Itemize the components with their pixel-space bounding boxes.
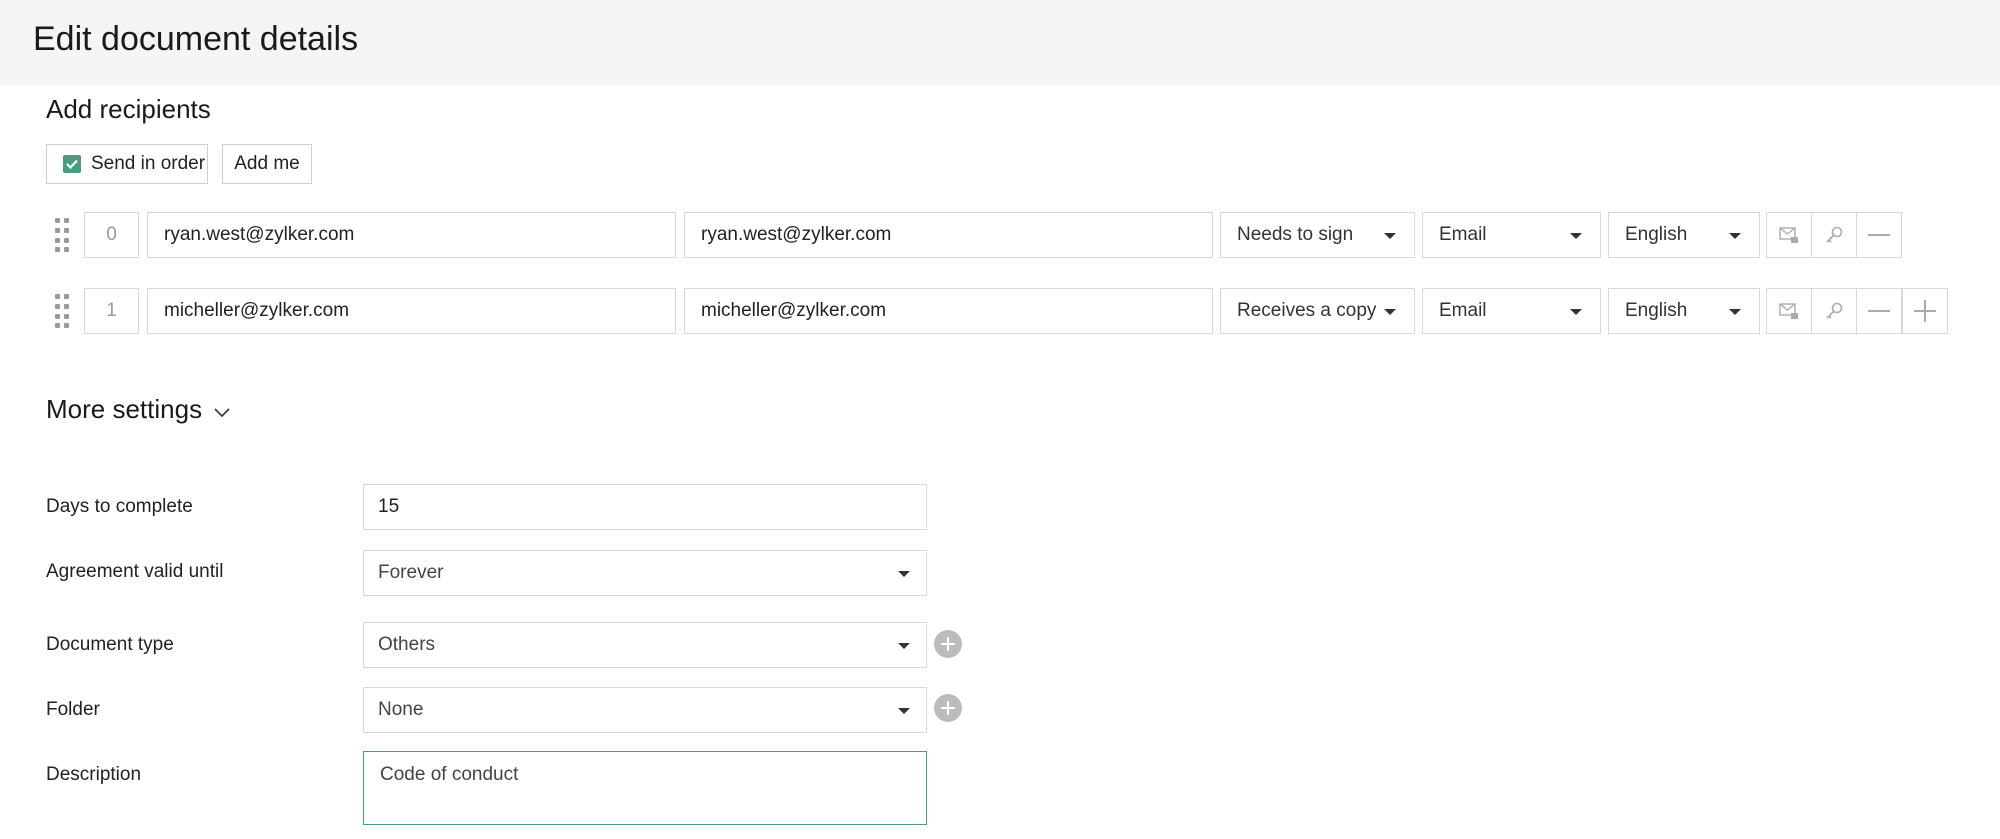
more-settings-title: More settings [46,394,203,424]
document-type-select[interactable]: Others [363,622,927,668]
recipient-language-select[interactable]: English [1608,288,1760,334]
minus-icon[interactable] [1856,288,1902,334]
more-settings-toggle[interactable]: More settings [46,394,230,425]
chevron-down-icon [898,708,910,714]
recipient-delivery-value: Email [1439,224,1487,245]
folder-label: Folder [46,699,100,720]
days-to-complete-label: Days to complete [46,496,193,517]
recipient-order-input[interactable]: 0 [84,212,139,258]
recipient-delivery-select[interactable]: Email [1422,212,1601,258]
recipient-language-select[interactable]: English [1608,212,1760,258]
description-label: Description [46,764,142,785]
chevron-down-icon [898,643,910,649]
recipient-language-value: English [1625,300,1688,321]
folder-select[interactable]: None [363,687,927,733]
recipient-language-value: English [1625,224,1688,245]
agreement-valid-value: Forever [378,562,444,583]
add-circle-icon [941,701,955,715]
recipient-name-input[interactable]: ryan.west@zylker.com [684,212,1213,258]
recipient-role-value: Receives a copy [1237,300,1377,321]
send-in-order-checkbox[interactable] [63,155,81,173]
send-in-order-button[interactable]: Send in order [46,144,208,184]
recipient-role-value: Needs to sign [1237,224,1354,245]
page-title: Edit document details [33,20,359,58]
description-textarea[interactable]: Code of conduct [363,751,927,825]
chevron-down-icon [1729,309,1741,315]
minus-icon[interactable] [1856,212,1902,258]
plus-icon[interactable] [1902,288,1948,334]
add-me-button[interactable]: Add me [222,144,312,184]
chevron-down-icon [1570,233,1582,239]
agreement-valid-label: Agreement valid until [46,561,224,582]
chevron-down-icon [1384,309,1396,315]
drag-handle-icon[interactable] [55,218,71,252]
mail-lock-icon[interactable] [1766,288,1812,334]
add-circle-icon [941,637,955,651]
folder-value: None [378,699,424,720]
key-icon[interactable] [1811,212,1857,258]
checkmark-icon [66,159,78,170]
days-to-complete-value: 15 [378,496,400,517]
drag-handle-icon[interactable] [55,294,71,328]
send-in-order-label: Send in order [91,153,206,174]
add-folder-button[interactable] [934,694,962,722]
chevron-down-icon [1384,233,1396,239]
add-document-type-button[interactable] [934,630,962,658]
document-type-label: Document type [46,634,174,655]
chevron-down-icon [898,571,910,577]
chevron-down-icon [1729,233,1741,239]
recipient-email-input[interactable]: ryan.west@zylker.com [147,212,676,258]
recipient-row: 0 ryan.west@zylker.com ryan.west@zylker.… [0,212,2000,258]
recipient-role-select[interactable]: Needs to sign [1220,212,1415,258]
recipient-role-select[interactable]: Receives a copy [1220,288,1415,334]
recipient-row: 1 micheller@zylker.com micheller@zylker.… [0,288,2000,334]
recipient-email-input[interactable]: micheller@zylker.com [147,288,676,334]
recipient-name-input[interactable]: micheller@zylker.com [684,288,1213,334]
recipient-order-input[interactable]: 1 [84,288,139,334]
days-to-complete-input[interactable]: 15 [363,484,927,530]
page-header: Edit document details [0,0,2000,86]
recipient-delivery-select[interactable]: Email [1422,288,1601,334]
add-recipients-title: Add recipients [46,94,211,124]
mail-lock-icon[interactable] [1766,212,1812,258]
recipient-delivery-value: Email [1439,300,1487,321]
agreement-valid-select[interactable]: Forever [363,550,927,596]
document-type-value: Others [378,634,436,655]
chevron-down-icon [214,407,230,417]
chevron-down-icon [1570,309,1582,315]
key-icon[interactable] [1811,288,1857,334]
